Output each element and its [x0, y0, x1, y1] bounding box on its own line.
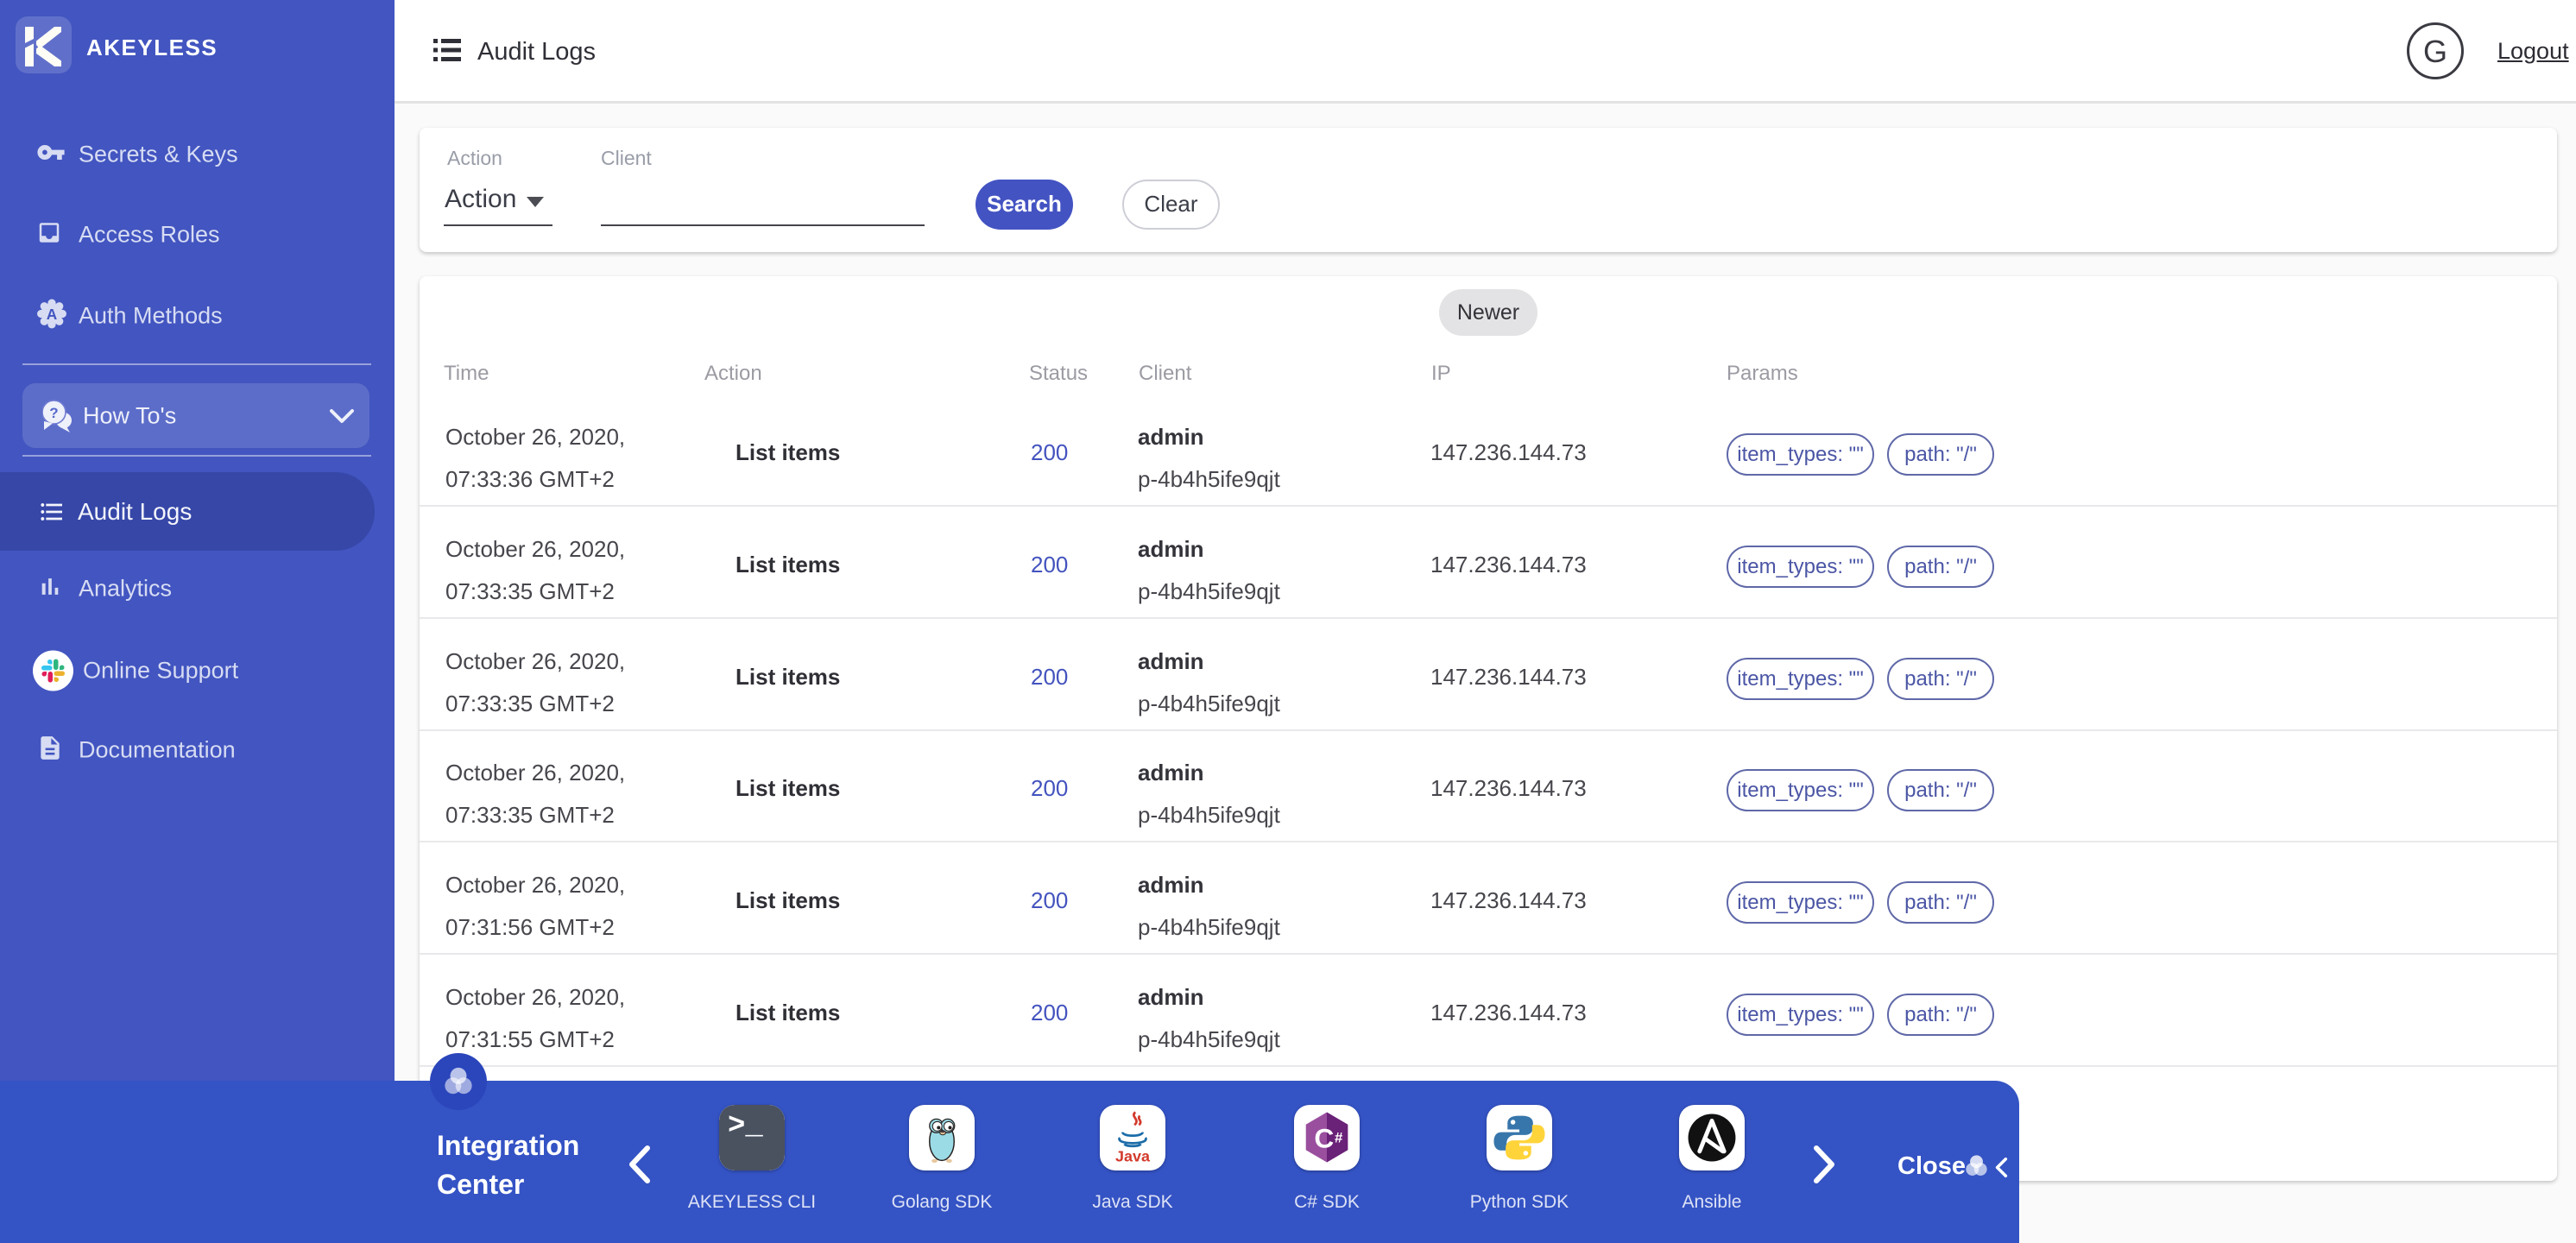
- svg-text:A: A: [47, 306, 57, 323]
- svg-text:#: #: [1335, 1129, 1343, 1145]
- svg-text:C: C: [1314, 1123, 1334, 1154]
- svg-text:?: ?: [49, 405, 58, 421]
- svg-text:Java: Java: [1115, 1147, 1151, 1164]
